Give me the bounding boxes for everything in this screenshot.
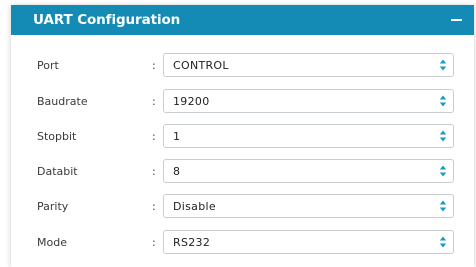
databit-row: Databit : 8	[11, 159, 474, 185]
stopbit-select[interactable]: 1	[163, 124, 454, 148]
parity-row: Parity : Disable	[11, 194, 474, 220]
panel-header: UART Configuration	[11, 5, 474, 35]
baudrate-separator: :	[152, 95, 156, 108]
baudrate-row: Baudrate : 19200	[11, 89, 474, 115]
select-arrows-icon	[439, 200, 447, 212]
mode-select[interactable]: RS232	[163, 230, 454, 254]
stopbit-row: Stopbit : 1	[11, 124, 474, 150]
parity-select[interactable]: Disable	[163, 194, 454, 218]
select-arrows-icon	[439, 130, 447, 142]
mode-separator: :	[152, 236, 156, 249]
parity-separator: :	[152, 200, 156, 213]
port-select-value: CONTROL	[173, 59, 229, 72]
stopbit-select-value: 1	[173, 130, 181, 143]
uart-configuration-panel: UART Configuration Port : CONTROL Baudra…	[11, 5, 474, 267]
select-arrows-icon	[439, 236, 447, 248]
mode-label: Mode	[37, 236, 67, 249]
select-arrows-icon	[439, 95, 447, 107]
port-label: Port	[37, 59, 59, 72]
databit-separator: :	[152, 165, 156, 178]
port-row: Port : CONTROL	[11, 53, 474, 79]
baudrate-select[interactable]: 19200	[163, 89, 454, 113]
mode-row: Mode : RS232	[11, 230, 474, 256]
parity-label: Parity	[37, 200, 69, 213]
databit-select[interactable]: 8	[163, 159, 454, 183]
stopbit-separator: :	[152, 130, 156, 143]
minus-icon[interactable]	[449, 11, 467, 29]
panel-title: UART Configuration	[33, 12, 181, 28]
databit-select-value: 8	[173, 165, 181, 178]
baudrate-select-value: 19200	[173, 95, 210, 108]
parity-select-value: Disable	[173, 200, 216, 213]
port-select[interactable]: CONTROL	[163, 53, 454, 77]
select-arrows-icon	[439, 59, 447, 71]
databit-label: Databit	[37, 165, 78, 178]
baudrate-label: Baudrate	[37, 95, 88, 108]
select-arrows-icon	[439, 165, 447, 177]
stopbit-label: Stopbit	[37, 130, 77, 143]
mode-select-value: RS232	[173, 236, 211, 249]
port-separator: :	[152, 59, 156, 72]
